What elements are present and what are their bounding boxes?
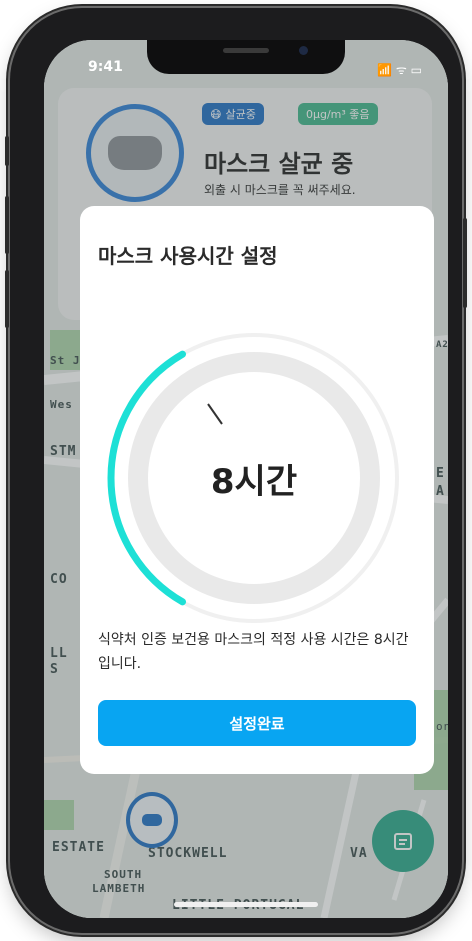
status-icons: 📶 ᯤ ▭ [377,63,422,77]
modal-description: 식약처 인증 보건용 마스크의 적정 사용 시간은 8시간입니다. [98,632,409,672]
usage-time-dial[interactable]: 8시간 [104,328,404,628]
volume-up-button [5,196,9,254]
mute-switch [5,136,9,166]
dial-tick [207,403,223,425]
status-bar: 9:41 📶 ᯤ ▭ [44,40,448,96]
speaker [223,48,269,53]
phone-frame: St Ja Wes STM CO LL S E A ESTATE STOCKWE… [5,8,467,933]
front-camera [299,46,308,55]
screen: St Ja Wes STM CO LL S E A ESTATE STOCKWE… [44,40,448,918]
volume-down-button [5,270,9,328]
notch [147,40,345,74]
home-indicator[interactable] [174,902,318,907]
power-button [463,218,467,308]
dial-value: 8시간 [210,462,298,502]
status-time: 9:41 [88,59,123,75]
confirm-button[interactable]: 설정완료 [98,700,416,746]
modal-title: 마스크 사용시간 설정 [98,244,278,268]
usage-time-modal: 마스크 사용시간 설정 8시간 식약처 인증 보건용 마스크의 적정 사용 시간… [80,206,434,774]
